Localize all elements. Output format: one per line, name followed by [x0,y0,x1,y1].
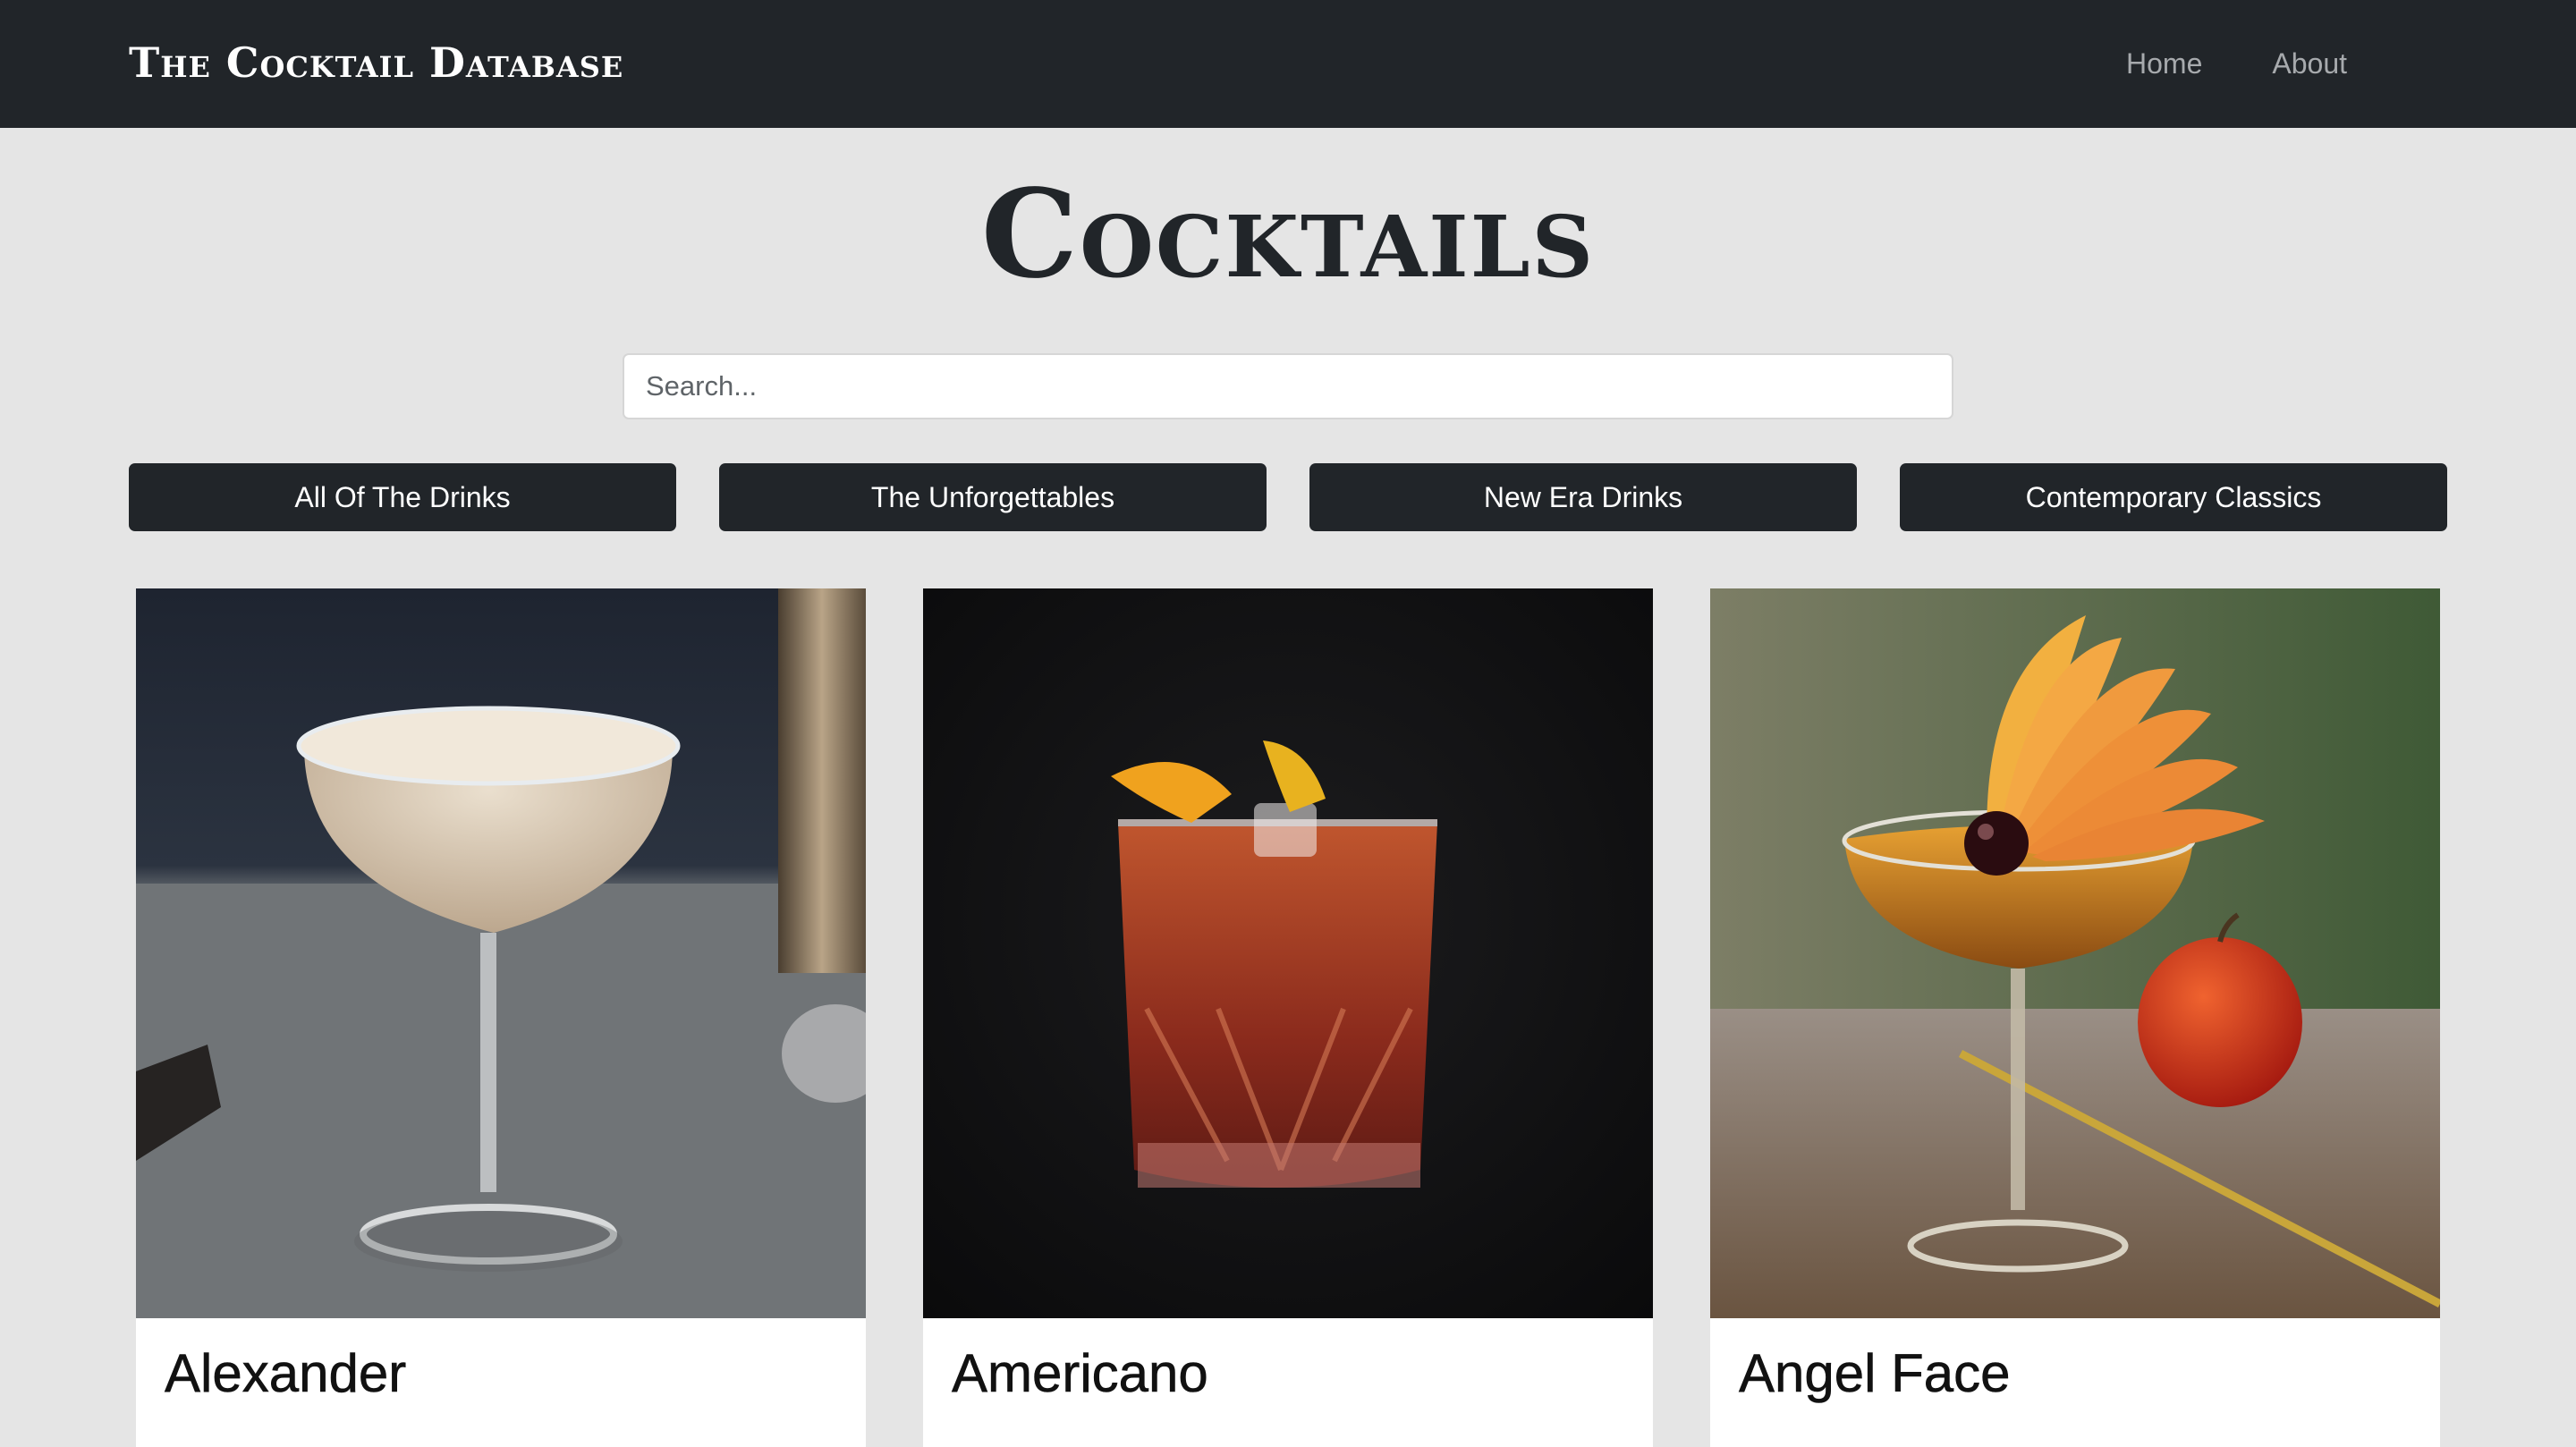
cocktail-card-angel-face[interactable]: Angel Face [1710,588,2440,1447]
category-contemporary-classics-button[interactable]: Contemporary Classics [1900,463,2447,531]
category-unforgettables-button[interactable]: The Unforgettables [719,463,1267,531]
category-all-drinks-button[interactable]: All Of The Drinks [129,463,676,531]
category-filter-bar: All Of The Drinks The Unforgettables New… [129,463,2447,531]
category-new-era-button[interactable]: New Era Drinks [1309,463,1857,531]
cocktail-name: Alexander [165,1343,407,1404]
brand-logo[interactable]: The Cocktail Database [129,39,623,86]
cocktail-name: Angel Face [1739,1343,2011,1404]
page-title: Cocktails [980,163,1596,306]
cocktail-name: Americano [952,1343,1208,1404]
navbar: The Cocktail Database Home About [0,0,2576,128]
cocktail-card-alexander[interactable]: Alexander [136,588,866,1447]
nav-link-about[interactable]: About [2272,45,2347,82]
cocktail-card-americano[interactable]: Americano [923,588,1653,1447]
cocktail-image-angel-face [1710,588,2440,1318]
nav-links: Home About [2126,45,2347,82]
cocktail-image-alexander [136,588,866,1318]
nav-link-home[interactable]: Home [2126,45,2202,82]
cocktail-image-americano [923,588,1653,1318]
search-input[interactable] [623,353,1953,419]
